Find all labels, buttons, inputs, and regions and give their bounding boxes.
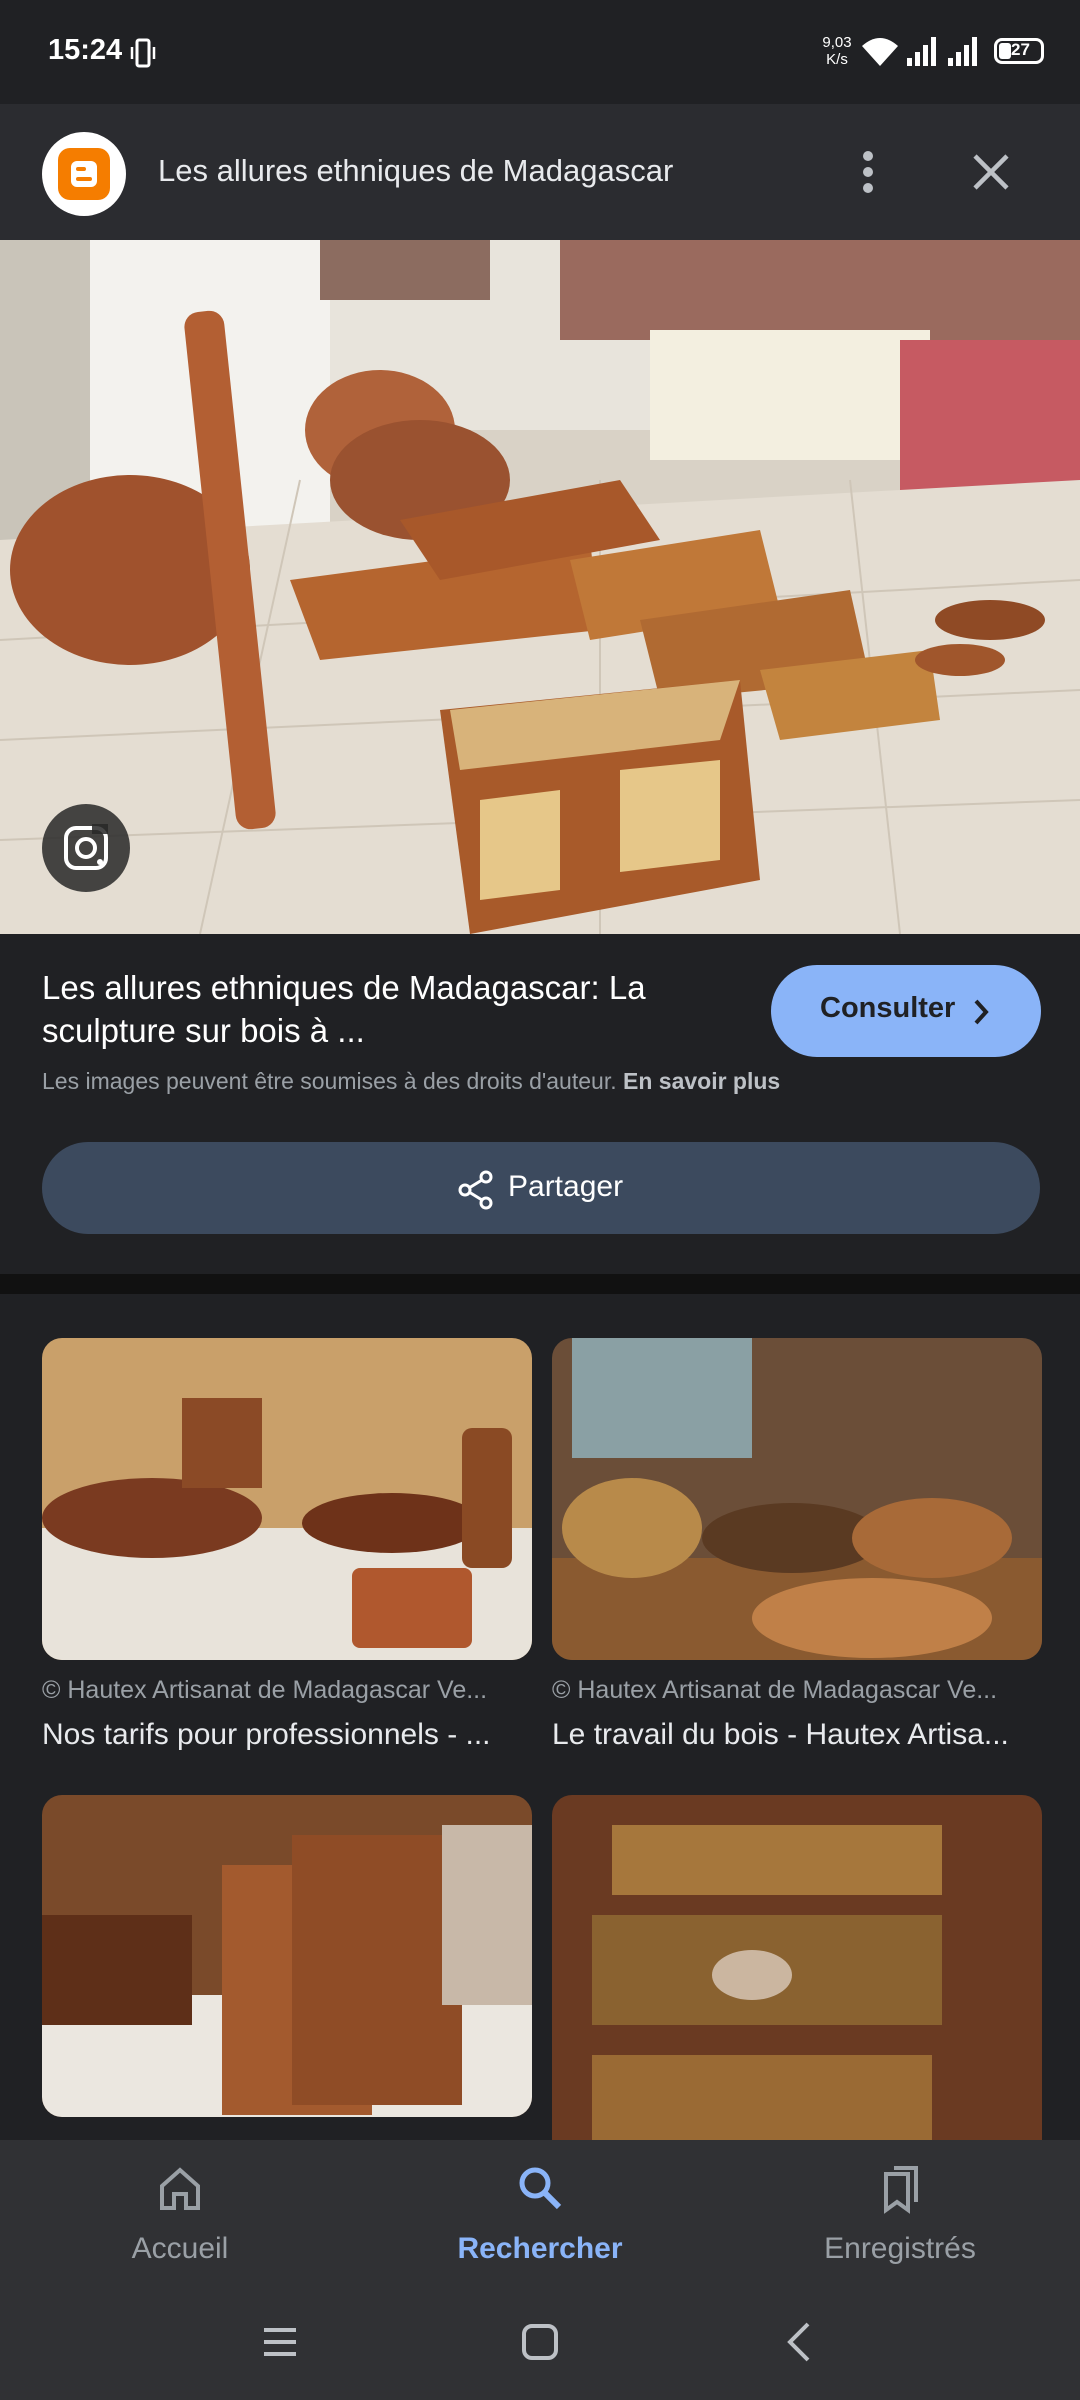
copyright-small-icon: ©: [552, 1676, 578, 1704]
page-title: Les allures ethniques de Madagascar: [158, 153, 674, 188]
nav-label-accueil: Accueil: [131, 2232, 229, 2265]
copyright-text: Les images peuvent être soumises à des d…: [42, 1068, 617, 1094]
battery-icon: 27: [994, 38, 1044, 64]
net-speed: 9,03 K/s: [814, 34, 860, 68]
related-image-2[interactable]: [552, 1338, 1042, 1660]
related-image-4[interactable]: [552, 1795, 1042, 2140]
result-title[interactable]: Les allures ethniques de Madagascar: La …: [42, 966, 732, 1052]
vibrate-icon: [130, 38, 156, 68]
nav-label-rechercher: Rechercher: [457, 2232, 623, 2265]
close-icon[interactable]: [960, 140, 1022, 204]
google-lens-icon: [64, 824, 108, 870]
search-icon: [519, 2167, 562, 2210]
blogger-logo-mark: [58, 148, 110, 200]
nav-item-accueil[interactable]: Accueil: [30, 2140, 330, 2302]
back-icon[interactable]: [778, 2320, 822, 2364]
signal-icon-2: [948, 37, 977, 66]
related-source-1: © Hautex Artisanat de Madagascar Ve...: [42, 1676, 488, 1704]
share-button-label[interactable]: Partager: [508, 1170, 623, 1204]
nav-item-enregistres[interactable]: Enregistrés: [750, 2140, 1050, 2302]
copyright-small-icon: ©: [42, 1676, 68, 1704]
home-square-icon[interactable]: [518, 2320, 562, 2364]
nav-item-rechercher[interactable]: Rechercher: [390, 2140, 690, 2302]
wifi-icon: [862, 38, 898, 66]
recents-menu-icon[interactable]: [258, 2320, 302, 2364]
related-caption-1[interactable]: Nos tarifs pour professionnels - ...: [42, 1718, 491, 1752]
lens-search-button[interactable]: [42, 804, 130, 892]
section-divider: [0, 1274, 1080, 1294]
learn-more-link[interactable]: En savoir plus: [623, 1068, 780, 1094]
copyright-notice: Les images peuvent être soumises à des d…: [42, 1068, 780, 1095]
signal-icon: [907, 37, 936, 66]
more-vert-icon[interactable]: [846, 140, 890, 204]
nav-label-enregistres: Enregistrés: [824, 2232, 976, 2265]
net-speed-unit: K/s: [826, 51, 848, 68]
related-caption-2[interactable]: Le travail du bois - Hautex Artisa...: [552, 1718, 1009, 1752]
related-image-1[interactable]: [42, 1338, 532, 1660]
battery-level: 27: [1011, 40, 1030, 59]
status-time: 15:24: [48, 34, 123, 66]
main-image[interactable]: [0, 240, 1080, 934]
bookmarks-icon: [884, 2166, 918, 2214]
consult-button-label[interactable]: Consulter: [820, 992, 955, 1025]
related-source-2: © Hautex Artisanat de Madagascar Ve...: [552, 1676, 998, 1704]
related-image-3[interactable]: [42, 1795, 532, 2117]
share-icon: [458, 1170, 493, 1210]
chevron-right-icon: [974, 999, 989, 1025]
home-icon: [160, 2167, 200, 2210]
net-speed-value: 9,03: [822, 34, 852, 51]
